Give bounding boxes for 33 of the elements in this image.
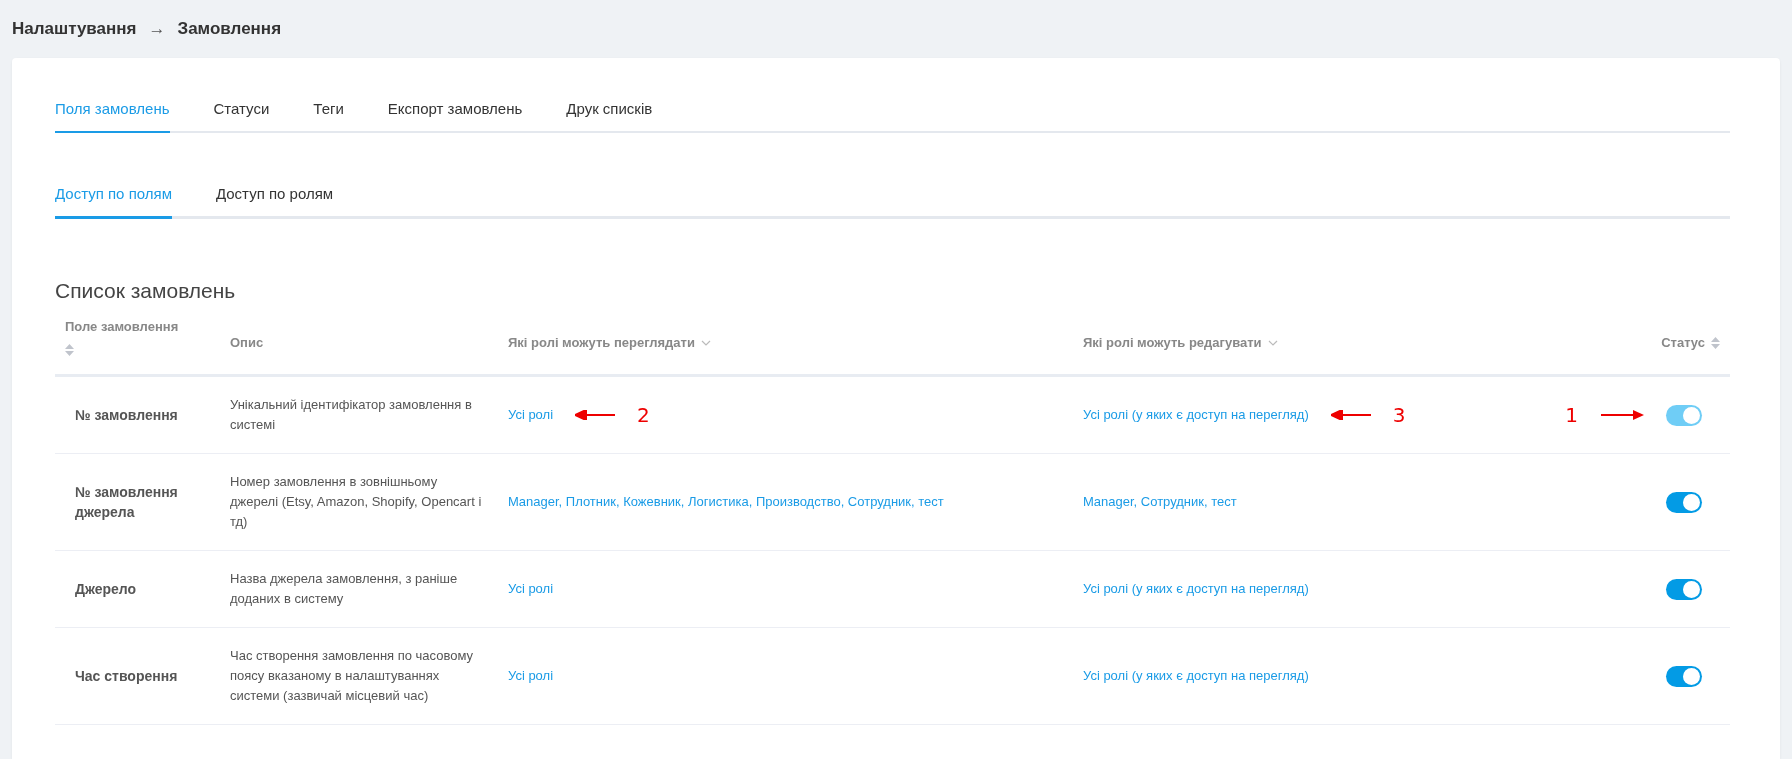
view-roles-link[interactable]: Усі ролі <box>508 666 554 686</box>
field-name: № замовлення <box>74 406 178 425</box>
annotation-number: 2 <box>637 405 650 425</box>
subtab[interactable]: Доступ по полям <box>55 173 172 219</box>
field-name: № замовлення джерела <box>74 483 179 522</box>
edit-roles-link[interactable]: Manager, Сотрудник, тест <box>1083 492 1237 512</box>
section-title: Список замовлень <box>55 279 237 303</box>
annotation-number: 3 <box>1392 405 1406 425</box>
breadcrumb-separator: → <box>148 19 166 39</box>
annotation-number: 1 <box>1565 405 1578 425</box>
tab[interactable]: Поля замовлень <box>55 88 170 133</box>
field-description: Унікальний ідентифікатор замовлення в системі <box>230 396 473 434</box>
breadcrumb-link[interactable]: Налаштування <box>12 19 137 39</box>
edit-roles-link[interactable]: Усі ролі (у яких є доступ на перегляд) <box>1083 666 1309 686</box>
tab[interactable]: Експорт замовлень <box>387 88 523 133</box>
subtab[interactable]: Доступ по ролям <box>215 173 334 219</box>
edit-roles-link[interactable]: Усі ролі (у яких є доступ на перегляд) <box>1083 579 1309 599</box>
column-header: Поле замовлення <box>65 319 179 334</box>
view-roles-link[interactable]: Усі ролі <box>508 579 554 599</box>
breadcrumb-current: Замовлення <box>177 19 282 39</box>
tab[interactable]: Теги <box>313 88 344 133</box>
view-roles-link[interactable]: Manager, Плотник, Кожевник, Логистика, Производство, Сотрудник, тест <box>508 492 944 512</box>
field-name: Час створення <box>74 667 178 686</box>
column-header: Опис <box>230 335 264 350</box>
tab[interactable]: Друк списків <box>566 88 653 133</box>
tab[interactable]: Статуси <box>213 88 270 133</box>
column-header: Статус <box>1661 335 1705 350</box>
column-header: Які ролі можуть редагувати <box>1083 335 1262 350</box>
field-name: Джерело <box>74 580 137 599</box>
field-description: Час створення замовлення по часовому поясу вказаному в налаштуваннях системи (зазвичай місцевий час) <box>230 647 475 705</box>
field-description: Номер замовлення в зовнішньому джерелі (Etsy, Amazon, Shopify, Opencart і тд) <box>230 473 483 531</box>
column-header: Які ролі можуть переглядати <box>508 335 695 350</box>
field-description: Назва джерела замовлення, з раніше доданих в систему <box>230 570 459 608</box>
